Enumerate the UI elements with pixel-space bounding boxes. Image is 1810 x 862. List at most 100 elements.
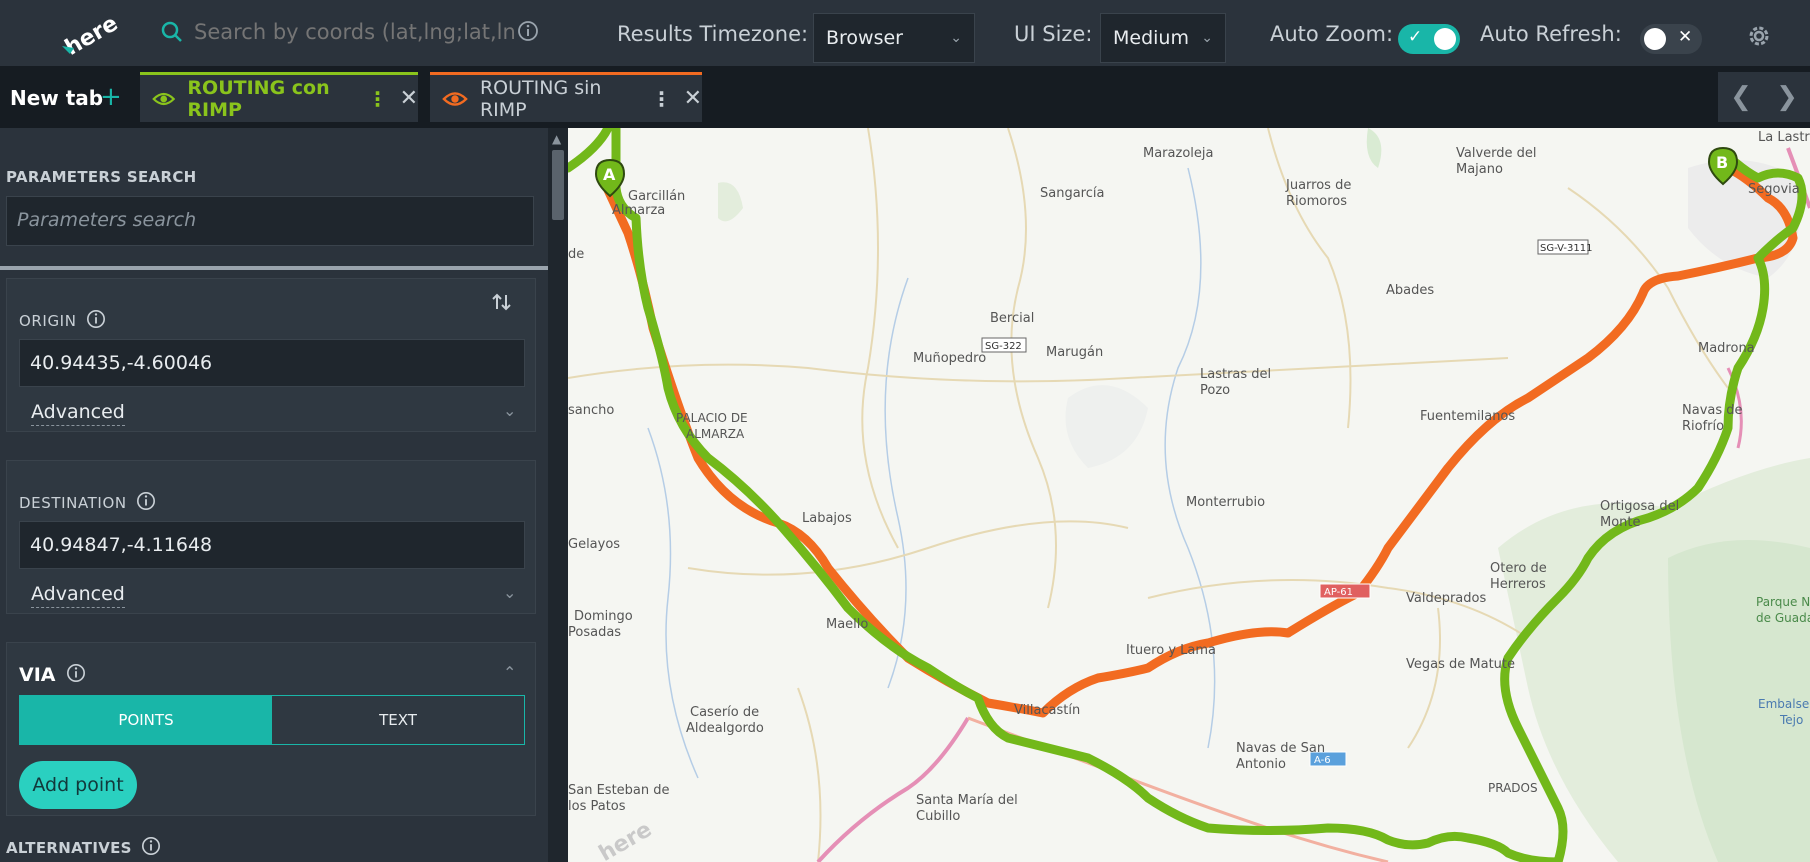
new-tab-label[interactable]: New tab xyxy=(10,86,103,110)
svg-text:A: A xyxy=(603,165,616,184)
gear-icon[interactable] xyxy=(1746,23,1772,49)
svg-text:Villacastín: Villacastín xyxy=(1014,703,1080,718)
ui-size-label: UI Size: xyxy=(1014,22,1093,46)
svg-text:PALACIO DE: PALACIO DE xyxy=(676,411,748,425)
auto-refresh-toggle[interactable]: ✕ xyxy=(1640,24,1702,54)
chevron-down-icon[interactable]: ⌄ xyxy=(503,401,516,420)
svg-text:Labajos: Labajos xyxy=(802,511,852,526)
ui-size-value: Medium xyxy=(1113,27,1189,49)
svg-text:Garcillán: Garcillán xyxy=(628,189,685,204)
coords-search[interactable] xyxy=(160,12,540,52)
svg-text:Navas de San: Navas de San xyxy=(1236,741,1325,756)
svg-text:ALMARZA: ALMARZA xyxy=(686,427,745,441)
parameters-search-input[interactable]: Parameters search xyxy=(6,196,534,246)
chevron-up-icon[interactable]: ⌃ xyxy=(503,663,516,682)
top-bar: here Results Timezone: Browser ⌄ UI Size… xyxy=(0,0,1810,66)
origin-label: ORIGIN xyxy=(19,309,106,330)
svg-text:Muñopedro: Muñopedro xyxy=(913,351,986,366)
svg-text:Monterrubio: Monterrubio xyxy=(1186,495,1265,510)
add-tab-icon[interactable]: + xyxy=(100,82,122,112)
svg-text:Majano: Majano xyxy=(1456,162,1503,177)
svg-text:de: de xyxy=(568,247,584,262)
scrollbar-thumb[interactable] xyxy=(552,150,564,220)
destination-advanced-toggle[interactable]: Advanced xyxy=(31,583,125,608)
svg-text:de Guada: de Guada xyxy=(1756,611,1810,625)
more-options-icon[interactable]: ⋮ xyxy=(368,87,388,111)
origin-card: ORIGIN 40.94435,-4.60046 Advanced ⌄ xyxy=(6,278,536,432)
chevron-down-icon[interactable]: ⌄ xyxy=(503,583,516,602)
swap-icon[interactable] xyxy=(491,291,513,313)
info-icon[interactable] xyxy=(66,663,86,683)
svg-text:Maello: Maello xyxy=(826,617,868,632)
via-points-tab[interactable]: POINTS xyxy=(20,696,272,744)
svg-text:Otero de: Otero de xyxy=(1490,561,1547,576)
auto-zoom-label: Auto Zoom: xyxy=(1270,22,1394,46)
close-tab-icon[interactable]: ✕ xyxy=(400,86,418,111)
svg-text:Segovia: Segovia xyxy=(1748,182,1800,197)
destination-field[interactable]: 40.94847,-4.11648 xyxy=(19,521,525,569)
svg-text:Bercial: Bercial xyxy=(990,311,1034,326)
svg-text:Posadas: Posadas xyxy=(568,625,621,640)
scroll-up-icon[interactable]: ▲ xyxy=(552,132,561,146)
chevron-right-icon[interactable]: ❯ xyxy=(1776,82,1798,112)
destination-label: DESTINATION xyxy=(19,491,156,512)
svg-text:Almarza: Almarza xyxy=(612,203,665,218)
svg-text:Santa María del: Santa María del xyxy=(916,793,1018,808)
more-options-icon[interactable]: ⋮ xyxy=(652,87,672,111)
timezone-value: Browser xyxy=(826,27,903,49)
svg-text:los Patos: los Patos xyxy=(568,799,626,814)
info-icon[interactable] xyxy=(86,309,106,329)
svg-text:La Lastr: La Lastr xyxy=(1758,130,1810,145)
origin-field[interactable]: 40.94435,-4.60046 xyxy=(19,339,525,387)
svg-text:B: B xyxy=(1716,153,1728,172)
svg-text:Fuentemilanos: Fuentemilanos xyxy=(1420,409,1515,424)
auto-zoom-toggle[interactable]: ✓ xyxy=(1398,24,1460,54)
info-icon[interactable] xyxy=(136,491,156,511)
svg-text:Navas de: Navas de xyxy=(1682,403,1743,418)
svg-text:Aldealgordo: Aldealgordo xyxy=(686,721,764,736)
svg-text:Sangarcía: Sangarcía xyxy=(1040,186,1104,201)
timezone-select[interactable]: Browser ⌄ xyxy=(813,13,975,63)
map-view[interactable]: SG-322 SG-V-3111 A-6 AP-61 Marazoleja Va… xyxy=(568,128,1810,862)
tab-routing-con-rimp[interactable]: ROUTING con RIMP ⋮ ✕ xyxy=(140,72,418,122)
coords-search-input[interactable] xyxy=(194,20,514,44)
svg-text:Marugán: Marugán xyxy=(1046,345,1103,360)
svg-text:San Esteban de: San Esteban de xyxy=(568,783,670,798)
here-logo: here xyxy=(61,11,118,56)
eye-icon[interactable] xyxy=(152,89,176,109)
svg-text:A-6: A-6 xyxy=(1314,755,1331,766)
svg-text:Pozo: Pozo xyxy=(1200,383,1230,398)
svg-text:Caserío de: Caserío de xyxy=(690,705,759,720)
svg-text:AP-61: AP-61 xyxy=(1324,587,1353,598)
origin-advanced-toggle[interactable]: Advanced xyxy=(31,401,125,426)
close-tab-icon[interactable]: ✕ xyxy=(684,86,702,111)
svg-text:Juarros de: Juarros de xyxy=(1285,178,1351,193)
destination-card: DESTINATION 40.94847,-4.11648 Advanced ⌄ xyxy=(6,460,536,614)
svg-text:Herreros: Herreros xyxy=(1490,577,1546,592)
info-icon[interactable] xyxy=(141,836,161,856)
svg-text:Ituero y Lama: Ituero y Lama xyxy=(1126,643,1216,658)
svg-text:Parque Na: Parque Na xyxy=(1756,595,1810,609)
svg-text:PRADOS: PRADOS xyxy=(1488,781,1538,795)
tab-routing-sin-rimp[interactable]: ROUTING sin RIMP ⋮ ✕ xyxy=(430,72,702,122)
ui-size-select[interactable]: Medium ⌄ xyxy=(1100,13,1226,63)
timezone-label: Results Timezone: xyxy=(617,22,809,46)
svg-text:Tejo: Tejo xyxy=(1779,713,1803,727)
svg-text:Valdeprados: Valdeprados xyxy=(1406,591,1486,606)
chevron-left-icon[interactable]: ❮ xyxy=(1730,82,1752,112)
eye-icon[interactable] xyxy=(442,89,468,109)
info-icon[interactable] xyxy=(517,20,539,42)
svg-text:Gelayos: Gelayos xyxy=(568,537,620,552)
via-mode-switch: POINTS TEXT xyxy=(19,695,525,745)
sidebar-scrollbar[interactable]: ▲ xyxy=(548,128,568,862)
via-text-tab[interactable]: TEXT xyxy=(272,696,524,744)
map-canvas[interactable]: SG-322 SG-V-3111 A-6 AP-61 Marazoleja Va… xyxy=(568,128,1810,862)
svg-text:Domingo: Domingo xyxy=(574,609,633,624)
svg-text:Valverde del: Valverde del xyxy=(1456,146,1537,161)
add-point-button[interactable]: Add point xyxy=(19,761,137,809)
svg-text:Marazoleja: Marazoleja xyxy=(1143,146,1213,161)
svg-text:Antonio: Antonio xyxy=(1236,757,1286,772)
svg-text:SG-322: SG-322 xyxy=(985,341,1022,352)
road-label-sgv3111: SG-V-3111 xyxy=(1537,239,1592,255)
tab-scroll-controls: ❮ ❯ xyxy=(1718,72,1810,122)
